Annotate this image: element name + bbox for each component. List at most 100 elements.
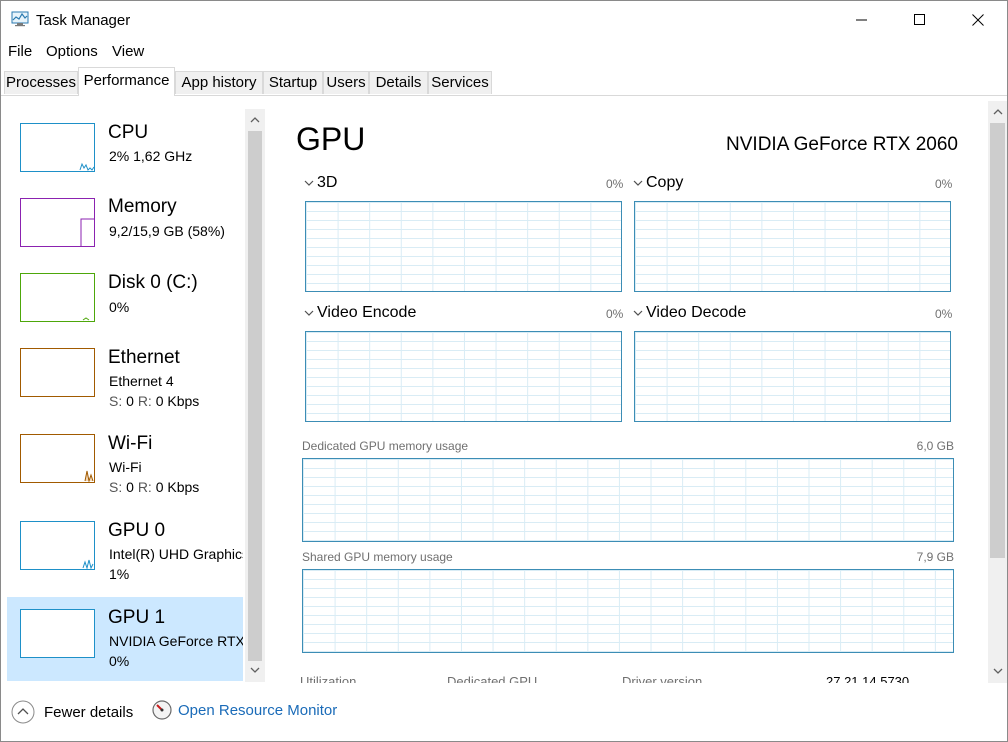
menu-file[interactable]: File [8, 43, 32, 60]
gpu-detail-pane: GPU NVIDIA GeForce RTX 2060 3D 0% Copy 0… [276, 96, 988, 683]
resource-monitor-icon [152, 700, 172, 720]
menu-bar: File Options View [1, 41, 1007, 63]
menu-options[interactable]: Options [46, 43, 98, 60]
resource-item-ethernet[interactable]: Ethernet Ethernet 4 S: 0 R: 0 Kbps [7, 336, 243, 422]
scroll-down-icon[interactable] [250, 666, 260, 674]
menu-view[interactable]: View [112, 43, 144, 60]
resource-subtitle: NVIDIA GeForce RTX 2060 [109, 633, 243, 649]
engine-label-copy[interactable]: Copy [646, 174, 683, 192]
resource-list: CPU 2% 1,62 GHz Memory 9,2/15,9 GB (58%)… [1, 96, 266, 683]
engine-pct-video-decode: 0% [935, 307, 953, 321]
receive-value: 0 Kbps [155, 479, 200, 495]
tab-users[interactable]: Users [323, 71, 369, 94]
engine-label-video-decode[interactable]: Video Decode [646, 304, 746, 322]
tab-startup[interactable]: Startup [263, 71, 323, 94]
graph-dedicated-memory [302, 458, 954, 542]
resource-item-disk[interactable]: Disk 0 (C:) 0% [7, 260, 243, 344]
resource-item-wifi[interactable]: Wi-Fi Wi-Fi S: 0 R: 0 Kbps [7, 422, 243, 508]
tab-performance[interactable]: Performance [78, 67, 175, 96]
resource-subtitle: 9,2/15,9 GB (58%) [109, 223, 225, 239]
open-resource-monitor-link[interactable]: Open Resource Monitor [152, 700, 337, 720]
stat-driver-version-label: Driver version [622, 674, 703, 683]
tab-processes[interactable]: Processes [4, 71, 78, 94]
tab-bar: Processes Performance App history Startu… [1, 67, 1007, 96]
graph-video-decode [634, 331, 951, 422]
gpu-0-sparkline [82, 559, 94, 569]
resource-item-memory[interactable]: Memory 9,2/15,9 GB (58%) [7, 184, 243, 268]
resource-throughput: S: 0 R: 0 Kbps [109, 393, 243, 409]
tab-details[interactable]: Details [369, 71, 428, 94]
tab-app-history[interactable]: App history [175, 71, 263, 94]
chevron-up-circle-icon [11, 700, 35, 724]
memory-sparkline [80, 218, 94, 246]
wifi-thumbnail-graph [20, 434, 95, 483]
scrollbar-thumb[interactable] [990, 123, 1005, 558]
gpu-1-thumbnail-graph [20, 609, 95, 658]
resource-subtitle: Wi-Fi [109, 459, 142, 475]
maximize-button[interactable] [891, 1, 949, 39]
resource-title: Wi-Fi [108, 433, 153, 454]
stat-utilization-label: Utilization [300, 674, 357, 683]
engine-pct-video-encode: 0% [606, 307, 624, 321]
send-value: 0 [126, 479, 134, 495]
stat-dedicated-label: Dedicated GPU [447, 674, 538, 683]
footer-bar: Fewer details Open Resource Monitor [1, 684, 1007, 741]
engine-selector-chevron-icon[interactable] [633, 179, 643, 187]
scroll-up-icon[interactable] [250, 116, 260, 124]
window-title: Task Manager [36, 12, 131, 29]
disk-thumbnail-graph [20, 273, 95, 322]
scroll-up-icon[interactable] [993, 108, 1003, 116]
engine-selector-chevron-icon[interactable] [304, 179, 314, 187]
resource-title: CPU [108, 122, 149, 143]
memory-thumbnail-graph [20, 198, 95, 247]
cpu-sparkline [79, 162, 94, 171]
dedicated-memory-label: Dedicated GPU memory usage [302, 439, 469, 453]
engine-selector-chevron-icon[interactable] [633, 309, 643, 317]
dedicated-memory-max: 6,0 GB [916, 439, 954, 453]
close-button[interactable] [949, 1, 1007, 39]
fewer-details-button[interactable]: Fewer details [11, 700, 133, 724]
detail-title: GPU [296, 121, 366, 157]
graph-copy [634, 201, 951, 292]
resource-item-gpu-0[interactable]: GPU 0 Intel(R) UHD Graphics 1% [7, 509, 243, 595]
tab-services[interactable]: Services [428, 71, 492, 94]
stat-driver-version-value: 27.21.14.5730 [826, 674, 910, 683]
graph-video-encode [305, 331, 622, 422]
engine-label-video-encode[interactable]: Video Encode [317, 304, 416, 322]
receive-value: 0 Kbps [155, 393, 200, 409]
engine-pct-3d: 0% [606, 177, 624, 191]
resource-title: Ethernet [108, 347, 180, 368]
engine-selector-chevron-icon[interactable] [304, 309, 314, 317]
resource-title: Disk 0 (C:) [108, 272, 198, 293]
shared-memory-label: Shared GPU memory usage [302, 550, 453, 564]
receive-label: R: [137, 393, 152, 409]
resource-item-gpu-1[interactable]: GPU 1 NVIDIA GeForce RTX 2060 0% [7, 597, 243, 681]
cpu-thumbnail-graph [20, 123, 95, 172]
open-resource-monitor-label: Open Resource Monitor [178, 701, 338, 719]
ethernet-thumbnail-graph [20, 348, 95, 397]
resource-title: GPU 1 [108, 607, 166, 628]
wifi-sparkline [84, 470, 94, 482]
disk-sparkline [82, 317, 90, 321]
resource-usage: 1% [109, 566, 130, 582]
task-manager-icon [11, 11, 29, 27]
close-icon [972, 14, 984, 26]
receive-label: R: [137, 479, 152, 495]
title-bar[interactable]: Task Manager [1, 1, 1007, 39]
engine-label-3d[interactable]: 3D [317, 174, 337, 192]
minimize-button[interactable] [833, 1, 891, 39]
fewer-details-label: Fewer details [44, 703, 134, 721]
gpu-0-thumbnail-graph [20, 521, 95, 570]
task-manager-window: Task Manager File Options View Processes… [0, 0, 1008, 742]
resource-list-scrollbar[interactable] [245, 109, 265, 682]
scroll-down-icon[interactable] [993, 667, 1003, 675]
graph-shared-memory [302, 569, 954, 653]
resource-item-cpu[interactable]: CPU 2% 1,62 GHz [7, 108, 243, 192]
detail-device-name: NVIDIA GeForce RTX 2060 [726, 134, 958, 155]
send-label: S: [109, 393, 123, 409]
scrollbar-thumb[interactable] [248, 131, 262, 661]
resource-subtitle: Intel(R) UHD Graphics [109, 546, 243, 562]
minimize-icon [856, 19, 867, 21]
detail-scrollbar[interactable] [988, 101, 1007, 683]
send-value: 0 [126, 393, 134, 409]
